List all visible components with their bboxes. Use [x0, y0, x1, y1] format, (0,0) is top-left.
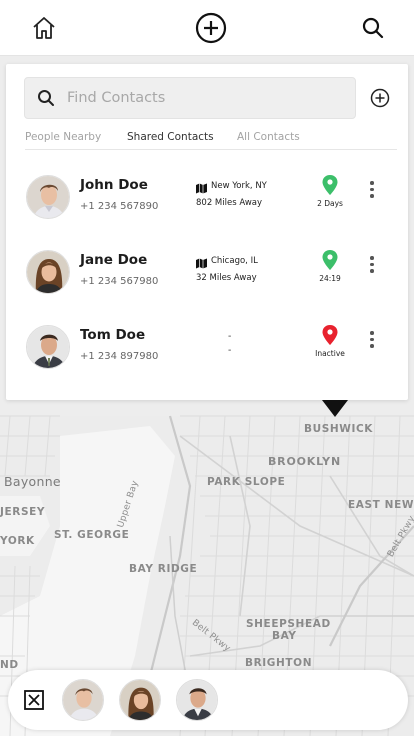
contacts-panel: People Nearby Shared Contacts All Contac…: [6, 64, 408, 400]
contact-name: John Doe: [80, 177, 148, 193]
contact-tabs: People Nearby Shared Contacts All Contac…: [25, 130, 397, 150]
contact-phone: +1 234 567890: [80, 201, 159, 212]
close-box-icon[interactable]: [24, 690, 44, 710]
map-label-bayonne: Bayonne: [4, 474, 61, 489]
tab-all-contacts[interactable]: All Contacts: [237, 131, 300, 143]
plus-circle-icon[interactable]: [194, 11, 228, 45]
panel-pointer: [322, 400, 348, 417]
search-input[interactable]: [67, 86, 347, 110]
avatar: [26, 250, 70, 294]
contact-status: 2 Days: [310, 175, 350, 215]
avatar: [26, 325, 70, 369]
top-bar: [0, 0, 414, 56]
search-icon[interactable]: [360, 15, 386, 41]
contact-city: -: [228, 331, 232, 342]
more-options-icon[interactable]: [366, 179, 378, 199]
search-icon: [37, 89, 55, 107]
more-options-icon[interactable]: [366, 254, 378, 274]
tab-shared-contacts[interactable]: Shared Contacts: [127, 131, 214, 143]
contact-name: Tom Doe: [80, 327, 146, 343]
contact-row[interactable]: John Doe +1 234 567890 New York, NY 802 …: [6, 167, 408, 227]
contact-phone: +1 234 897980: [80, 351, 159, 362]
location-pin-icon: [322, 325, 338, 345]
location-pin-icon: [322, 250, 338, 270]
map-icon: [196, 256, 207, 269]
map-label-east-new-york: EAST NEW Y: [348, 499, 414, 511]
contact-status: Inactive: [310, 325, 350, 365]
contact-name: Jane Doe: [80, 252, 148, 268]
map-label-brighton: BRIGHTON: [245, 657, 313, 669]
contact-city: New York, NY: [211, 181, 267, 191]
location-pin-icon: [322, 175, 338, 195]
map-label-sheepshead: SHEEPSHEAD: [246, 618, 331, 630]
map-icon: [196, 181, 207, 194]
contact-status-text: 24:19: [319, 274, 341, 283]
contact-phone: +1 234 567980: [80, 276, 159, 287]
home-icon[interactable]: [30, 14, 58, 42]
contact-status-text: 2 Days: [317, 199, 343, 208]
map-label-st-george: ST. GEORGE: [54, 529, 130, 541]
more-options-icon[interactable]: [366, 329, 378, 349]
contact-city: Chicago, IL: [211, 256, 258, 266]
avatar: [26, 175, 70, 219]
contact-distance: 32 Miles Away: [196, 273, 257, 283]
add-contact-icon[interactable]: [370, 88, 390, 108]
map-label-bay-ridge: BAY RIDGE: [129, 563, 198, 575]
map-label-new-york: YORK: [0, 535, 35, 547]
map-label-park-slope: PARK SLOPE: [207, 476, 286, 488]
contact-distance: 802 Miles Away: [196, 198, 263, 208]
selected-contacts-tray: [8, 670, 408, 730]
contact-row[interactable]: Tom Doe +1 234 897980 - - Inactive: [6, 317, 408, 377]
tab-people-nearby[interactable]: People Nearby: [25, 131, 101, 143]
search-box[interactable]: [24, 77, 356, 119]
contact-status-text: Inactive: [315, 349, 345, 358]
tray-avatar-john[interactable]: [62, 679, 104, 721]
tray-avatar-jane[interactable]: [119, 679, 161, 721]
map-label-jersey: JERSEY: [0, 506, 46, 518]
map-label-bay: BAY: [272, 630, 297, 642]
contact-distance: -: [228, 345, 232, 356]
map-label-brooklyn: BROOKLYN: [268, 455, 341, 468]
contact-status: 24:19: [310, 250, 350, 290]
tray-avatar-tom[interactable]: [176, 679, 218, 721]
map-label-bushwick: BUSHWICK: [304, 423, 374, 435]
contact-row[interactable]: Jane Doe +1 234 567980 Chicago, IL 32 Mi…: [6, 242, 408, 302]
map-label-nd: ND: [0, 659, 19, 671]
